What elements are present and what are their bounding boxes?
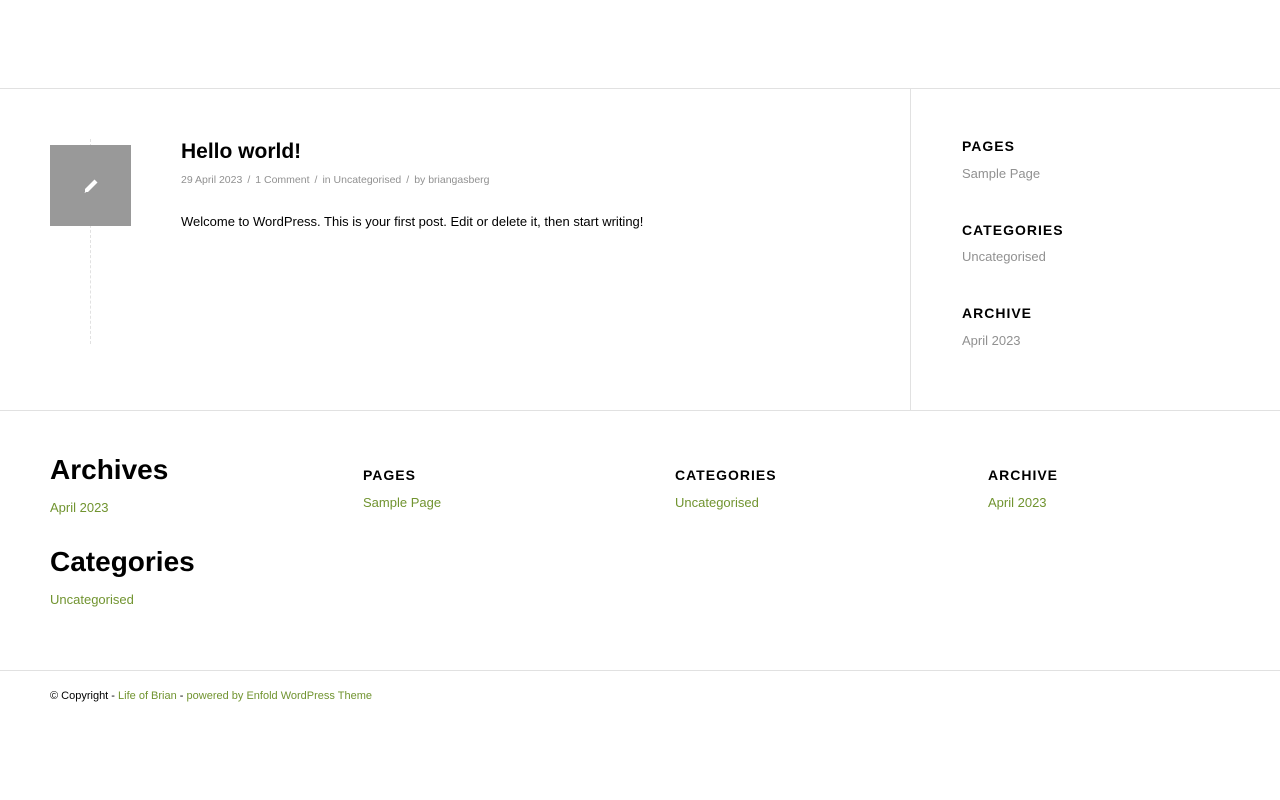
content-area: Hello world! 29 April 2023 / 1 Comment / in … xyxy=(0,89,911,410)
post-category-link[interactable]: Uncategorised xyxy=(334,174,402,186)
socket-copyright: © Copyright - Life of Brian - powered by… xyxy=(50,690,372,702)
site-header xyxy=(0,0,1280,89)
footer-link-april-2023[interactable]: April 2023 xyxy=(988,495,1047,510)
post-date[interactable]: 29 April 2023 xyxy=(181,174,242,186)
footer-link-uncategorised[interactable]: Uncategorised xyxy=(675,495,759,510)
footer: Archives April 2023 Categories Uncategor… xyxy=(0,411,1280,671)
footer-archives-link[interactable]: April 2023 xyxy=(50,500,109,515)
powered-by-link[interactable]: powered by Enfold WordPress Theme xyxy=(187,690,372,702)
widget-title: PAGES xyxy=(363,467,416,483)
footer-categories-heading: Categories xyxy=(50,546,195,577)
main-area: Hello world! 29 April 2023 / 1 Comment / in … xyxy=(0,89,1280,411)
widget-title: PAGES xyxy=(962,138,1015,154)
post-in-label: in xyxy=(322,174,331,186)
meta-separator: / xyxy=(247,174,251,186)
pencil-icon xyxy=(84,179,97,193)
copyright-prefix: © Copyright - xyxy=(50,690,115,702)
post-by-label: by xyxy=(414,174,426,186)
meta-separator: / xyxy=(314,174,318,186)
post-comments-link[interactable]: 1 Comment xyxy=(255,174,309,186)
sidebar-link-april-2023[interactable]: April 2023 xyxy=(962,333,1021,348)
post-author-link[interactable]: briangasberg xyxy=(428,174,489,186)
widget-title: CATEGORIES xyxy=(675,467,777,483)
widget-title: ARCHIVE xyxy=(988,467,1059,483)
footer-archives-heading: Archives xyxy=(50,454,169,485)
footer-categories-link[interactable]: Uncategorised xyxy=(50,592,134,607)
meta-separator: / xyxy=(406,174,410,186)
widget-title: ARCHIVE xyxy=(962,305,1033,321)
sidebar-link-sample-page[interactable]: Sample Page xyxy=(962,166,1040,181)
post-excerpt: Welcome to WordPress. This is your first… xyxy=(181,214,644,229)
copyright-dash: - xyxy=(179,690,184,702)
widget-title: CATEGORIES xyxy=(962,222,1064,238)
sidebar-link-uncategorised[interactable]: Uncategorised xyxy=(962,249,1046,264)
site-name-link[interactable]: Life of Brian xyxy=(118,690,177,702)
post-format-icon-box[interactable] xyxy=(50,145,131,226)
post-title[interactable]: Hello world! xyxy=(181,140,301,164)
footer-link-sample-page[interactable]: Sample Page xyxy=(363,495,441,510)
post-meta: 29 April 2023 / 1 Comment / in Uncategorised… xyxy=(181,174,490,186)
